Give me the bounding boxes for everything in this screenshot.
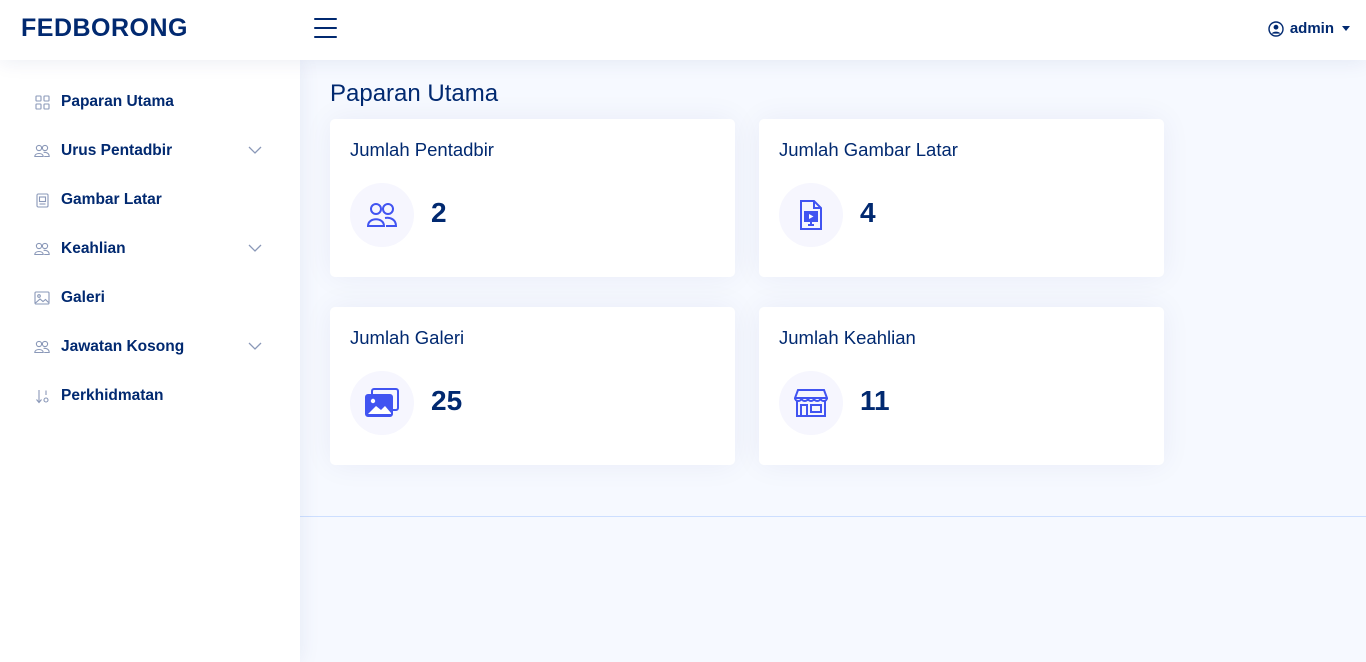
sidebar-item-keahlian[interactable]: Keahlian — [34, 237, 266, 261]
chevron-down-icon — [248, 244, 262, 252]
card-value: 25 — [431, 385, 463, 416]
file-slides-icon — [779, 183, 843, 247]
shop-icon — [779, 371, 843, 435]
sidebar-item-label: Galeri — [61, 289, 105, 306]
card-value: 4 — [860, 197, 876, 228]
stat-card-gambar-latar: Jumlah Gambar Latar 4 — [759, 119, 1164, 277]
card-title: Jumlah Gambar Latar — [779, 139, 958, 160]
images-icon — [350, 371, 414, 435]
app-logo[interactable]: FEDBORONG — [21, 14, 188, 43]
stat-card-galeri: Jumlah Galeri 25 — [330, 307, 735, 465]
sidebar: Paparan Utama Urus Pentadbir Gambar Lata… — [0, 60, 300, 662]
people-icon — [34, 241, 50, 257]
card-value: 2 — [431, 197, 447, 228]
sidebar-item-jawatan-kosong[interactable]: Jawatan Kosong — [34, 335, 266, 359]
sidebar-item-galeri[interactable]: Galeri — [34, 286, 266, 310]
chevron-down-icon — [248, 342, 262, 350]
sidebar-item-label: Paparan Utama — [61, 93, 174, 110]
grid-icon — [34, 94, 50, 110]
image-icon — [34, 290, 50, 306]
sidebar-item-label: Perkhidmatan — [61, 387, 164, 404]
footer-divider — [300, 516, 1366, 517]
card-title: Jumlah Keahlian — [779, 327, 916, 348]
sidebar-item-label: Jawatan Kosong — [61, 338, 185, 355]
sidebar-item-label: Gambar Latar — [61, 191, 162, 208]
sidebar-item-label: Urus Pentadbir — [61, 142, 173, 159]
chevron-down-icon — [248, 146, 262, 154]
sidebar-item-label: Keahlian — [61, 240, 126, 257]
people-icon — [34, 339, 50, 355]
profile-dropdown[interactable]: admin — [1268, 20, 1350, 37]
top-header: FEDBORONG admin — [0, 0, 1366, 60]
card-title: Jumlah Pentadbir — [350, 139, 494, 160]
people-icon — [34, 143, 50, 159]
sidebar-item-urus-pentadbir[interactable]: Urus Pentadbir — [34, 139, 266, 163]
hamburger-icon[interactable] — [314, 18, 338, 42]
card-value: 11 — [860, 385, 890, 416]
people-icon — [350, 183, 414, 247]
user-circle-icon — [1268, 20, 1284, 37]
page-title: Paparan Utama — [330, 80, 499, 107]
sidebar-item-paparan-utama[interactable]: Paparan Utama — [34, 90, 266, 114]
sidebar-item-perkhidmatan[interactable]: Perkhidmatan — [34, 384, 266, 408]
stat-card-pentadbir: Jumlah Pentadbir 2 — [330, 119, 735, 277]
profile-username: admin — [1289, 20, 1334, 37]
sidebar-item-gambar-latar[interactable]: Gambar Latar — [34, 188, 266, 212]
main-content: Paparan Utama Jumlah Pentadbir 2 Jumlah … — [300, 60, 1366, 662]
file-image-icon — [34, 192, 50, 208]
stat-card-keahlian: Jumlah Keahlian 11 — [759, 307, 1164, 465]
caret-down-icon — [1342, 26, 1350, 31]
sort-numeric-icon — [34, 388, 50, 404]
card-title: Jumlah Galeri — [350, 327, 465, 348]
